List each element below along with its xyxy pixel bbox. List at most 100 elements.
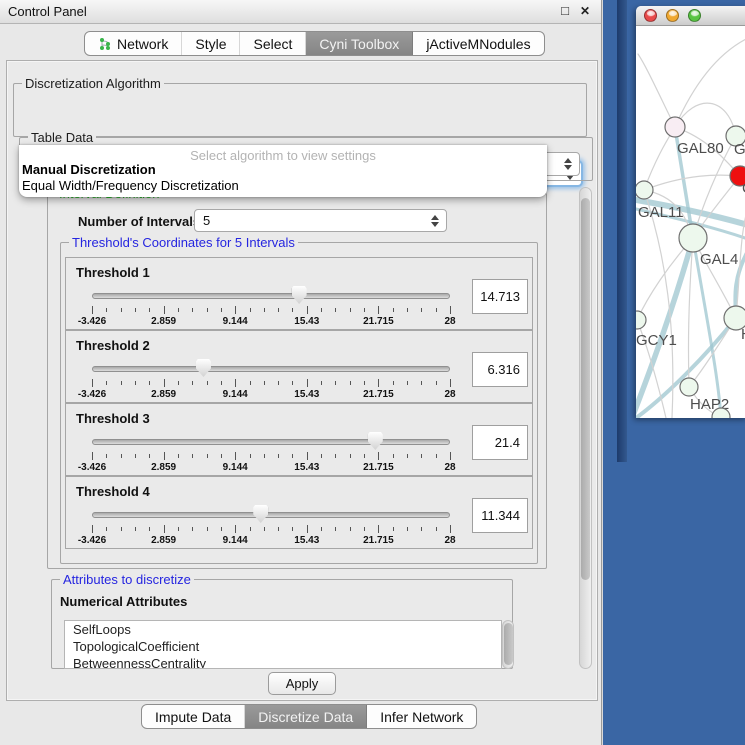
number-of-intervals-label: Number of Intervals	[78, 214, 200, 229]
slider-track[interactable]	[92, 366, 450, 372]
content-scrollbar[interactable]	[579, 187, 592, 669]
threshold-label: Threshold 2	[76, 338, 150, 353]
slider-tick-labels: -3.4262.8599.14415.4321.71528	[92, 389, 450, 401]
slider-ticks	[92, 379, 450, 388]
bottom-tab-discretize-data[interactable]: Discretize Data	[245, 705, 367, 728]
slider-thumb[interactable]	[253, 505, 268, 523]
number-of-intervals-combobox[interactable]: 5	[194, 209, 447, 232]
attributes-list-scrollbar[interactable]	[502, 620, 514, 669]
thresholds-group-title: Threshold's Coordinates for 5 Intervals	[69, 235, 298, 250]
tab-jactivemnodules[interactable]: jActiveMNodules	[413, 32, 543, 55]
threshold-value-field[interactable]: 21.4	[472, 425, 528, 460]
network-node[interactable]	[665, 117, 685, 137]
tab-network[interactable]: Network	[85, 32, 182, 55]
control-panel-title: Control Panel	[8, 4, 87, 19]
threshold-label: Threshold 1	[76, 265, 150, 280]
tab-label: Style	[195, 36, 226, 52]
attributes-group-title: Attributes to discretize	[60, 572, 194, 587]
tab-label: Network	[117, 36, 168, 52]
bottom-tab-impute-data[interactable]: Impute Data	[142, 705, 245, 728]
tab-label: Select	[253, 36, 292, 52]
network-canvas[interactable]: GAL80GACGAL11GAL4GCY1HHAP2	[636, 26, 745, 418]
threshold-value-field[interactable]: 14.713	[472, 279, 528, 314]
combo-spinner-icon	[564, 158, 572, 170]
network-node-label: GAL80	[677, 140, 724, 157]
tab-style[interactable]: Style	[182, 32, 240, 55]
threshold-row: Threshold 3 -3.4262.8599.14415.4321.71528…	[65, 403, 533, 476]
tab-label: jActiveMNodules	[426, 36, 530, 52]
bottom-tab-infer-network[interactable]: Infer Network	[367, 705, 476, 728]
slider-thumb[interactable]	[368, 432, 383, 450]
discretization-algorithm-group-title: Discretization Algorithm	[22, 76, 164, 91]
bottom-tab-label: Impute Data	[155, 709, 231, 725]
bottom-tab-label: Infer Network	[380, 709, 463, 725]
slider-tick-labels: -3.4262.8599.14415.4321.71528	[92, 462, 450, 474]
content-scrollbar-thumb[interactable]	[581, 198, 590, 580]
float-window-icon[interactable]: □	[557, 3, 573, 19]
attributes-group: Attributes to discretize Numerical Attri…	[51, 579, 513, 669]
network-node[interactable]	[636, 181, 653, 199]
mac-minimize-button[interactable]	[666, 9, 679, 22]
network-window-titlebar	[636, 6, 745, 26]
attribute-list-item[interactable]: TopologicalCoefficient	[65, 638, 501, 655]
threshold-slider[interactable]: -3.4262.8599.14415.4321.71528	[92, 359, 450, 399]
threshold-row: Threshold 4 -3.4262.8599.14415.4321.71528…	[65, 476, 533, 549]
mac-close-button[interactable]	[644, 9, 657, 22]
numerical-attributes-list[interactable]: SelfLoopsTopologicalCoefficientBetweenne…	[64, 620, 502, 669]
algorithm-hint-text: Select algorithm to view settings	[19, 148, 547, 163]
interval-definition-group: Interval Definition Number of Intervals …	[47, 193, 547, 569]
threshold-slider[interactable]: -3.4262.8599.14415.4321.71528	[92, 286, 450, 326]
apply-button[interactable]: Apply	[268, 672, 336, 695]
top-tab-bar: Network Style Select Cyni Toolbox jActiveMNo…	[84, 31, 545, 56]
number-of-intervals-value: 5	[203, 213, 210, 228]
combo-spinner-icon	[431, 215, 439, 227]
network-node-label: GCY1	[636, 332, 677, 349]
bottom-tab-bar: Impute Data Discretize Data Infer Network	[141, 704, 477, 729]
threshold-label: Threshold 3	[76, 411, 150, 426]
slider-track[interactable]	[92, 512, 450, 518]
tab-select[interactable]: Select	[240, 32, 306, 55]
slider-ticks	[92, 306, 450, 315]
tab-cyni-toolbox[interactable]: Cyni Toolbox	[306, 32, 413, 55]
network-node-label: H	[741, 326, 745, 343]
threshold-value-field[interactable]: 6.316	[472, 352, 528, 387]
algorithm-dropdown-popup: Select algorithm to view settings Manual…	[19, 145, 547, 197]
network-graph-icon	[98, 37, 112, 51]
slider-track[interactable]	[92, 439, 450, 445]
mac-zoom-button[interactable]	[688, 9, 701, 22]
network-node-label: GA	[734, 141, 745, 158]
threshold-slider[interactable]: -3.4262.8599.14415.4321.71528	[92, 505, 450, 545]
attribute-list-item[interactable]: BetweennessCentrality	[65, 655, 501, 669]
slider-ticks	[92, 452, 450, 461]
attributes-list-scrollbar-thumb[interactable]	[504, 623, 513, 665]
thresholds-group: Threshold's Coordinates for 5 Intervals …	[60, 242, 538, 564]
threshold-label: Threshold 4	[76, 484, 150, 499]
screen: Control Panel □ ✕ Network Style Select Cyni…	[0, 0, 745, 745]
network-node[interactable]	[636, 311, 646, 329]
slider-thumb[interactable]	[196, 359, 211, 377]
threshold-row: Threshold 2 -3.4262.8599.14415.4321.71528…	[65, 330, 533, 403]
network-node-label: GAL11	[638, 204, 684, 221]
table-data-group-title: Table Data	[28, 130, 96, 145]
control-panel-content: Discretization Algorithm Select algorith…	[6, 60, 598, 701]
network-view-window: GAL80GACGAL11GAL4GCY1HHAP2	[636, 6, 745, 418]
slider-thumb[interactable]	[292, 286, 307, 304]
slider-ticks	[92, 525, 450, 534]
network-node[interactable]	[680, 378, 698, 396]
slider-track[interactable]	[92, 293, 450, 299]
window-shadow-edge	[617, 0, 627, 462]
numerical-attributes-label: Numerical Attributes	[60, 594, 187, 609]
network-node[interactable]	[679, 224, 707, 252]
desktop-background: GAL80GACGAL11GAL4GCY1HHAP2 Table Panel ⚙…	[603, 0, 745, 745]
close-panel-icon[interactable]: ✕	[577, 3, 593, 19]
algorithm-option[interactable]: Manual Discretization	[22, 162, 156, 177]
algorithm-option[interactable]: Equal Width/Frequency Discretization	[22, 178, 239, 193]
threshold-row: Threshold 1 -3.4262.8599.14415.4321.71528…	[65, 257, 533, 330]
bottom-tab-label: Discretize Data	[258, 709, 353, 725]
network-node-label: GAL4	[700, 251, 738, 268]
threshold-slider[interactable]: -3.4262.8599.14415.4321.71528	[92, 432, 450, 472]
discretization-algorithm-group: Discretization Algorithm	[13, 83, 587, 137]
control-panel-titlebar: Control Panel □ ✕	[0, 0, 601, 24]
threshold-value-field[interactable]: 11.344	[472, 498, 528, 533]
attribute-list-item[interactable]: SelfLoops	[65, 621, 501, 638]
